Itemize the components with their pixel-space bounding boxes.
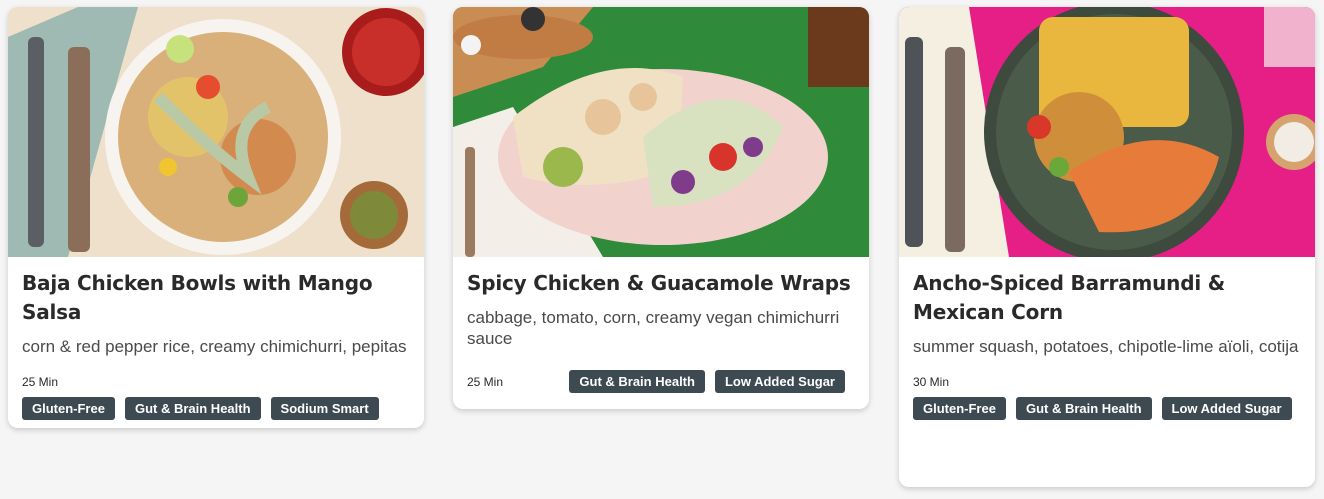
- tag-badge: Sodium Smart: [270, 397, 379, 420]
- tag-badge: Low Added Sugar: [1161, 397, 1292, 420]
- recipe-image-chicken-wrap: [453, 7, 869, 257]
- tag-list: Gluten-Free Gut & Brain Health Low Added…: [913, 397, 1301, 420]
- recipe-title[interactable]: Ancho-Spiced Barramundi & Mexican Corn: [913, 269, 1301, 327]
- meta-row: 25 Min Gut & Brain Health Low Added Suga…: [467, 370, 855, 393]
- recipe-card[interactable]: Ancho-Spiced Barramundi & Mexican Corn s…: [899, 7, 1315, 487]
- recipe-image-barramundi: [899, 7, 1315, 257]
- cook-time: 25 Min: [467, 374, 504, 389]
- cook-time: 30 Min: [913, 375, 950, 389]
- recipe-description: summer squash, potatoes, chipotle-lime a…: [913, 337, 1299, 356]
- recipe-description: cabbage, tomato, corn, creamy vegan chim…: [467, 308, 840, 348]
- tag-badge: Low Added Sugar: [714, 370, 845, 393]
- recipe-description: corn & red pepper rice, creamy chimichur…: [22, 337, 407, 356]
- tag-badge: Gut & Brain Health: [1015, 397, 1152, 420]
- recipe-card[interactable]: Baja Chicken Bowls with Mango Salsa corn…: [8, 7, 424, 428]
- tag-list: Gluten-Free Gut & Brain Health Sodium Sm…: [22, 397, 410, 420]
- tag-badge: Gut & Brain Health: [569, 370, 705, 393]
- recipe-title[interactable]: Baja Chicken Bowls with Mango Salsa: [22, 269, 410, 327]
- recipe-card[interactable]: Spicy Chicken & Guacamole Wraps cabbage,…: [453, 7, 869, 409]
- tag-badge: Gluten-Free: [22, 397, 115, 420]
- cook-time: 25 Min: [22, 375, 59, 389]
- recipe-photo[interactable]: [453, 7, 869, 257]
- recipe-title[interactable]: Spicy Chicken & Guacamole Wraps: [467, 269, 855, 298]
- recipe-photo[interactable]: [899, 7, 1315, 257]
- tag-list: Gut & Brain Health Low Added Sugar: [569, 370, 845, 393]
- recipe-photo[interactable]: [8, 7, 424, 257]
- tag-badge: Gut & Brain Health: [124, 397, 261, 420]
- recipe-image-chicken-bowl: [8, 7, 424, 257]
- tag-badge: Gluten-Free: [913, 397, 1006, 420]
